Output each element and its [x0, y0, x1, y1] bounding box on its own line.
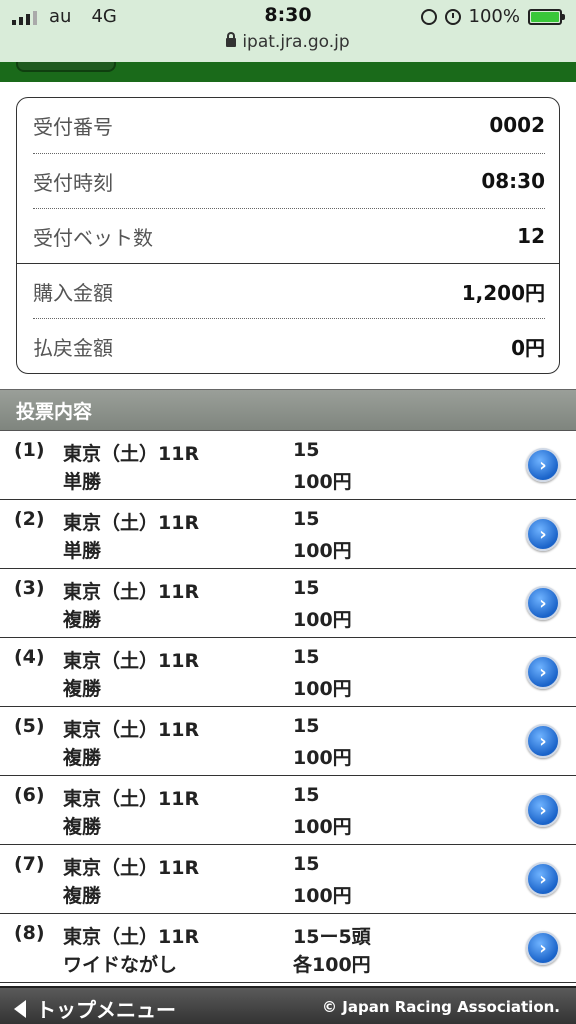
bet-race: 東京（土）11R [63, 650, 200, 672]
summary-value: 12 [517, 224, 545, 248]
bet-type: 単勝 [63, 540, 102, 562]
bet-amount: 100円 [293, 678, 352, 700]
chevron-right-circle-icon[interactable]: › [526, 448, 560, 482]
summary-row-purchase-amount: 購入金額 1,200円 [33, 264, 545, 318]
summary-label: 受付番号 [33, 114, 113, 139]
chevron-right-circle-icon[interactable]: › [526, 724, 560, 758]
summary-value: 0002 [489, 113, 545, 137]
bet-number: (4) [14, 646, 45, 668]
bet-number: (5) [14, 715, 45, 737]
bet-amount: 100円 [293, 471, 352, 493]
bet-race: 東京（土）11R [63, 857, 200, 879]
chevron-right-circle-icon[interactable]: › [526, 793, 560, 827]
top-menu-label: トップメニュー [36, 998, 176, 1022]
bet-selection: 15 [293, 853, 320, 875]
list-item[interactable]: (6) 東京（土）11R 複勝 15 100円 › [0, 776, 576, 845]
bet-selection: 15 [293, 784, 320, 806]
header-tab[interactable] [16, 62, 116, 72]
list-item[interactable]: (4) 東京（土）11R 複勝 15 100円 › [0, 638, 576, 707]
summary-label: 受付時刻 [33, 170, 113, 195]
bet-list: (1) 東京（土）11R 単勝 15 100円 › (2) 東京（土）11R 単… [0, 431, 576, 983]
list-item[interactable]: (8) 東京（土）11R ワイドながし 15ー5頭 各100円 › [0, 914, 576, 983]
status-right: 100% [420, 6, 565, 27]
summary-value: 0円 [511, 335, 545, 360]
bet-type: ワイドながし [63, 954, 178, 976]
chevron-right-circle-icon[interactable]: › [526, 517, 560, 551]
bet-type: 複勝 [63, 609, 102, 631]
bet-type: 複勝 [63, 678, 102, 700]
summary-row-payout-amount: 払戻金額 0円 [33, 319, 545, 373]
list-item[interactable]: (2) 東京（土）11R 単勝 15 100円 › [0, 500, 576, 569]
bet-amount: 100円 [293, 540, 352, 562]
orientation-lock-icon [420, 8, 437, 25]
bet-amount: 100円 [293, 609, 352, 631]
url-text: ipat.jra.go.jp [242, 32, 350, 52]
copyright: © Japan Racing Association. [322, 998, 560, 1016]
bet-selection: 15 [293, 577, 320, 599]
bet-amount: 各100円 [293, 954, 371, 976]
chevron-right-circle-icon[interactable]: › [526, 862, 560, 896]
bet-number: (3) [14, 577, 45, 599]
receipt-summary: 受付番号 0002 受付時刻 08:30 受付ベット数 12 購入金額 1,20… [16, 97, 560, 374]
bet-number: (8) [14, 922, 45, 944]
bet-race: 東京（土）11R [63, 719, 200, 741]
summary-label: 購入金額 [33, 280, 113, 305]
bet-type: 複勝 [63, 885, 102, 907]
bet-race: 東京（土）11R [63, 443, 200, 465]
bet-selection: 15 [293, 439, 320, 461]
bet-race: 東京（土）11R [63, 788, 200, 810]
summary-value: 1,200円 [461, 280, 545, 305]
top-menu-link[interactable]: トップメニュー [14, 994, 176, 1023]
bet-race: 東京（土）11R [63, 512, 200, 534]
bet-selection: 15ー5頭 [293, 926, 371, 948]
triangle-left-icon [14, 999, 26, 1018]
chevron-right-circle-icon[interactable]: › [526, 931, 560, 965]
battery-icon [528, 8, 565, 25]
chevron-right-circle-icon[interactable]: › [526, 586, 560, 620]
url-bar[interactable]: ipat.jra.go.jp [0, 32, 576, 52]
list-item[interactable]: (5) 東京（土）11R 複勝 15 100円 › [0, 707, 576, 776]
bet-amount: 100円 [293, 885, 352, 907]
bet-amount: 100円 [293, 747, 352, 769]
section-title: 投票内容 [0, 389, 576, 431]
summary-row-receipt-number: 受付番号 0002 [33, 98, 545, 152]
bet-number: (6) [14, 784, 45, 806]
alarm-icon [444, 8, 461, 25]
battery-percent: 100% [468, 6, 520, 27]
list-item[interactable]: (3) 東京（土）11R 複勝 15 100円 › [0, 569, 576, 638]
summary-label: 受付ベット数 [33, 225, 153, 250]
bet-amount: 100円 [293, 816, 352, 838]
bet-number: (1) [14, 439, 45, 461]
summary-row-bet-count: 受付ベット数 12 [33, 209, 545, 263]
bet-race: 東京（土）11R [63, 581, 200, 603]
summary-row-receipt-time: 受付時刻 08:30 [33, 154, 545, 208]
chevron-right-circle-icon[interactable]: › [526, 655, 560, 689]
bet-number: (7) [14, 853, 45, 875]
bet-selection: 15 [293, 715, 320, 737]
bet-race: 東京（土）11R [63, 926, 200, 948]
bet-selection: 15 [293, 508, 320, 530]
list-item[interactable]: (7) 東京（土）11R 複勝 15 100円 › [0, 845, 576, 914]
summary-value: 08:30 [481, 169, 545, 193]
bet-type: 複勝 [63, 747, 102, 769]
bet-type: 複勝 [63, 816, 102, 838]
bet-selection: 15 [293, 646, 320, 668]
summary-label: 払戻金額 [33, 335, 113, 360]
status-bar: au 4G 8:30 ipat.jra.go.jp 100% [0, 0, 576, 62]
footer-bar: トップメニュー © Japan Racing Association. [0, 986, 576, 1024]
bet-number: (2) [14, 508, 45, 530]
lock-icon [226, 32, 237, 47]
list-item[interactable]: (1) 東京（土）11R 単勝 15 100円 › [0, 431, 576, 500]
bet-type: 単勝 [63, 471, 102, 493]
